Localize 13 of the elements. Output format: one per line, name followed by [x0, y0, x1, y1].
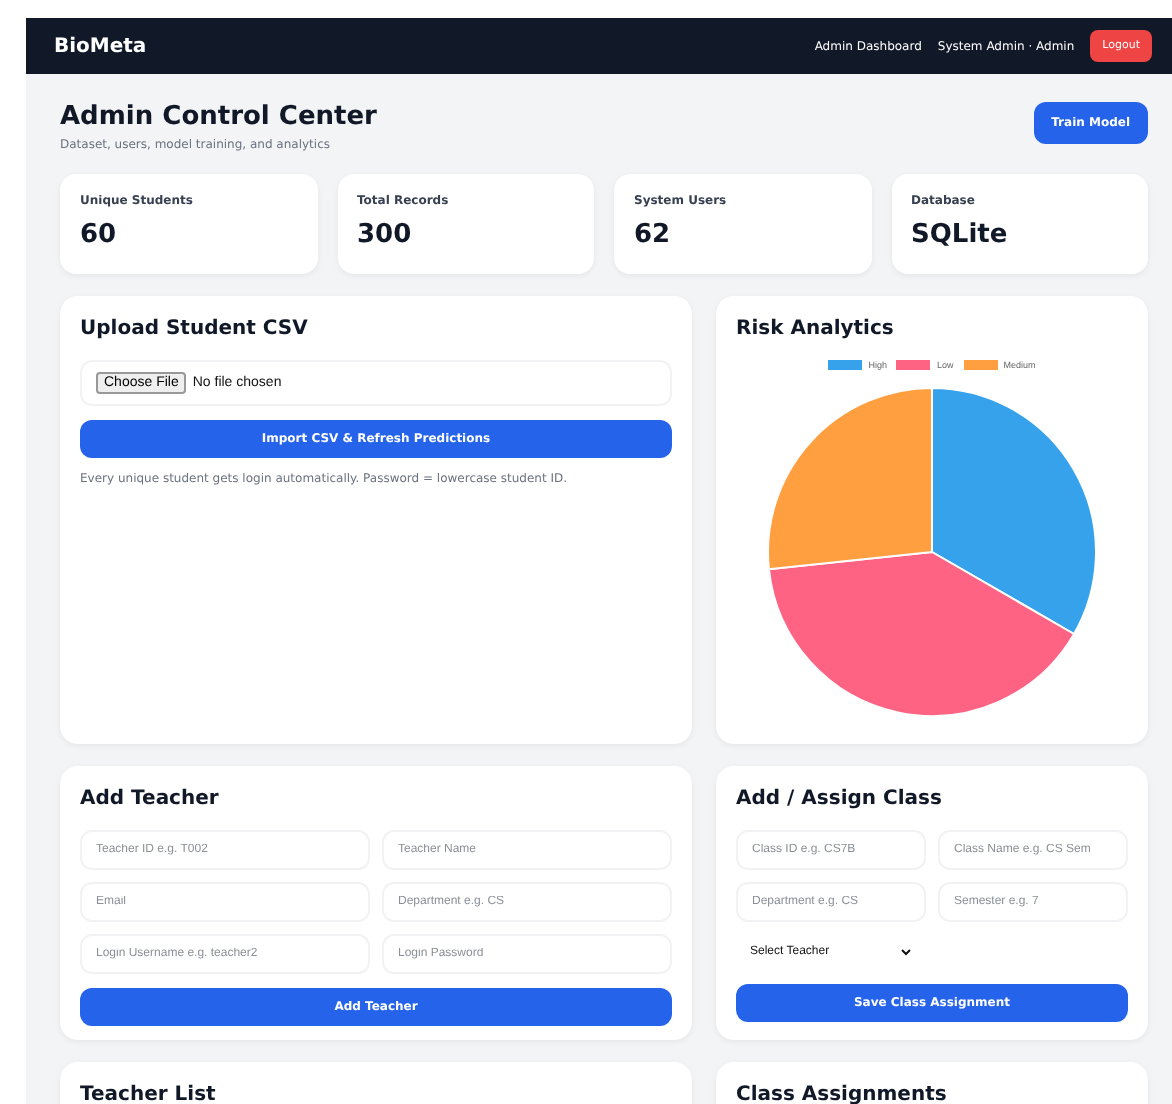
stat-value: SQLite — [911, 220, 1010, 250]
stat-value: 60 — [80, 220, 119, 250]
stat-value: 300 — [357, 220, 414, 250]
card-title: Upload Student CSV — [80, 318, 310, 340]
brand-logo[interactable]: BioMeta — [54, 35, 147, 57]
stat-value: 62 — [634, 220, 673, 250]
chevron-down-icon — [900, 948, 912, 956]
card-title: Add Teacher — [80, 788, 221, 810]
card-title: Risk Analytics — [736, 318, 896, 340]
card-title: Class Assignments — [736, 1084, 949, 1104]
card-title: Teacher List — [80, 1084, 218, 1104]
card-title: Add / Assign Class — [736, 788, 944, 810]
page-title: Admin Control Center — [60, 102, 377, 132]
